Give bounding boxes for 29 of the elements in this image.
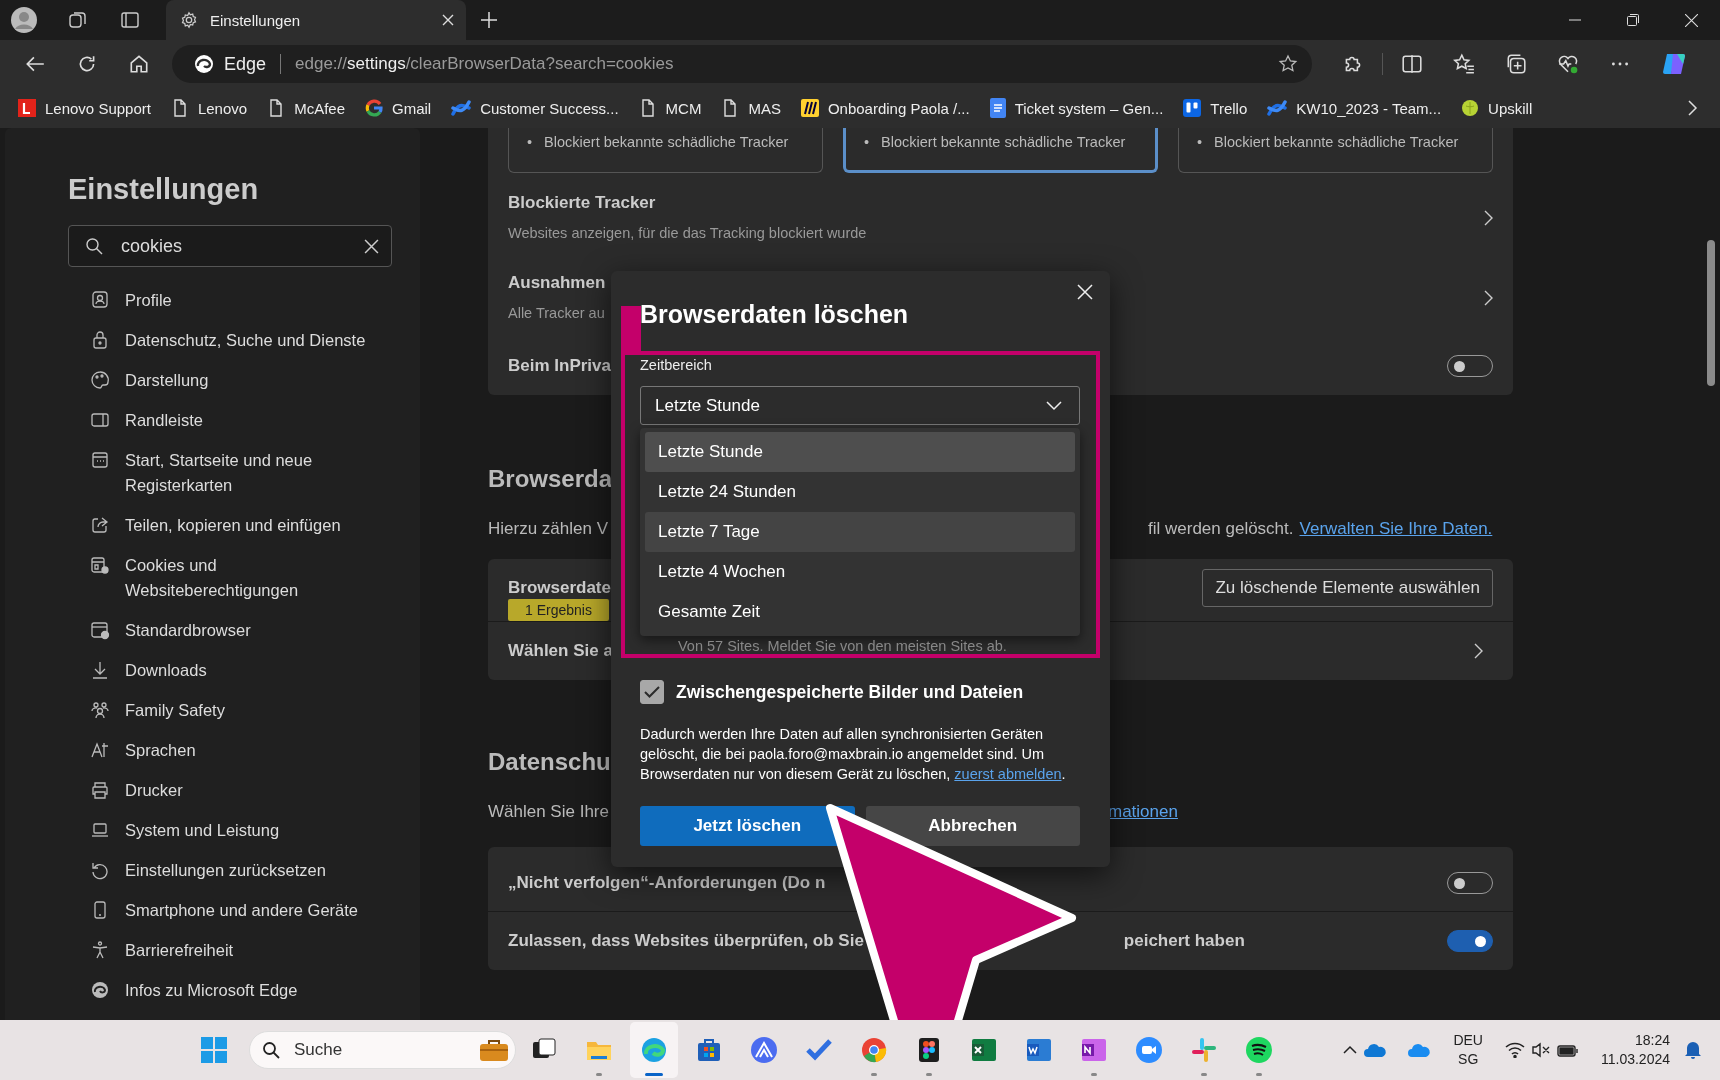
- url-text: edge://settings/clearBrowserData?search=cookies: [295, 54, 674, 74]
- bullet-marker: •: [1197, 134, 1203, 152]
- toggle-label: Zulassen, dass Websites überprüfen, ob Sie: [508, 931, 864, 951]
- row-description: Websites anzeigen, für die das Tracking blockiert wurde: [508, 225, 867, 242]
- row-title: Browserdate: [508, 578, 611, 598]
- row-description: Alle Tracker au: [508, 305, 606, 322]
- sync-notice: Dadurch werden Ihre Daten auf allen synchronisierten Geräten gelöscht, die bei paola.foro@maxbrain.io angemeldet sind. Um Browserdaten nur von diesem Gerät zu löschen, zuerst abmelden.: [640, 725, 1067, 784]
- hint-text: Von 57 Sites. Meldet Sie von den meisten Sites ab.: [678, 638, 1008, 654]
- field-label: Zeitbereich: [640, 357, 713, 373]
- row-title: Blockierte Tracker: [508, 193, 657, 213]
- section-heading: Datenschu: [488, 748, 611, 776]
- dialog-title: Browserdaten löschen: [640, 300, 910, 329]
- checkbox-label: Zwischengespeicherte Bilder und Dateien: [676, 681, 1024, 703]
- row-title: Ausnahmen: [508, 273, 606, 293]
- bullet-marker: •: [527, 134, 533, 152]
- section-description: Hierzu zählen V: [488, 519, 608, 539]
- toggle-label: „Nicht verfolgen“-Anforderungen (Do n: [508, 873, 826, 893]
- feature-text: Blockiert bekannte schädliche Tracker: [1214, 134, 1459, 152]
- feature-text: Blockiert bekannte schädliche Tracker: [544, 134, 789, 152]
- section-description: Wählen Sie Ihre: [488, 802, 608, 822]
- row-title: Beim InPriva: [508, 356, 611, 376]
- site-label: Edge: [224, 53, 267, 75]
- result-badge: 1 Ergebnis: [508, 599, 609, 621]
- bullet-marker: •: [864, 134, 870, 152]
- feature-text: Blockiert bekannte schädliche Tracker: [881, 134, 1126, 152]
- sidebar-title: Einstellungen: [68, 173, 260, 206]
- section-heading: Browserda: [488, 465, 613, 493]
- toggle-label: peichert haben: [1123, 931, 1245, 951]
- section-description: fil werden gelöscht.: [1148, 519, 1294, 539]
